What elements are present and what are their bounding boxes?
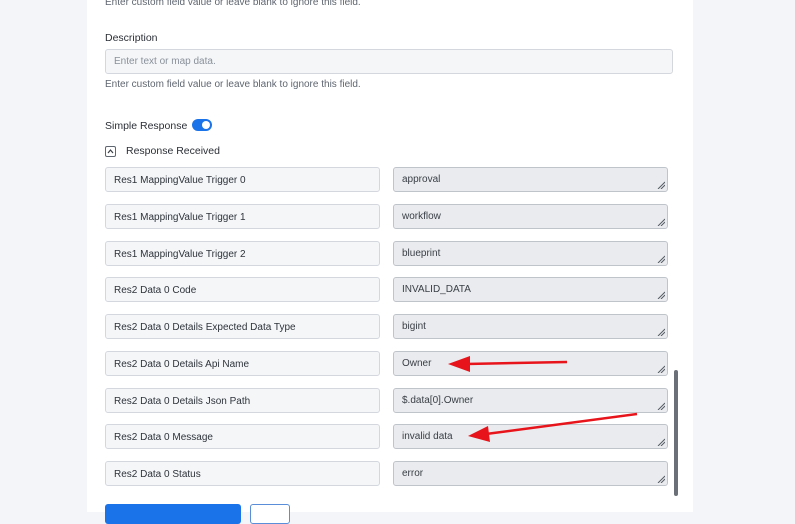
response-row: Res2 Data 0 Message invalid data: [105, 424, 670, 449]
response-key-field[interactable]: Res2 Data 0 Details Json Path: [105, 388, 380, 413]
response-key-field[interactable]: Res1 MappingValue Trigger 2: [105, 241, 380, 266]
response-value-field[interactable]: approval: [393, 167, 668, 192]
response-key-field[interactable]: Res2 Data 0 Details Api Name: [105, 351, 380, 376]
response-value-field[interactable]: workflow: [393, 204, 668, 229]
secondary-button[interactable]: [250, 504, 290, 524]
response-value-field[interactable]: INVALID_DATA: [393, 277, 668, 302]
resize-grip-icon[interactable]: [657, 475, 665, 483]
description-input[interactable]: [105, 49, 673, 74]
resize-grip-icon[interactable]: [657, 328, 665, 336]
response-row: Res2 Data 0 Details Json Path $.data[0].O…: [105, 388, 670, 413]
description-hint: Enter custom field value or leave blank …: [105, 79, 361, 90]
resize-grip-icon[interactable]: [657, 255, 665, 263]
response-key-field[interactable]: Res2 Data 0 Details Expected Data Type: [105, 314, 380, 339]
toggle-knob: [202, 121, 210, 129]
resize-grip-icon[interactable]: [657, 365, 665, 373]
response-value-text: INVALID_DATA: [402, 284, 471, 295]
response-value-field[interactable]: invalid data: [393, 424, 668, 449]
response-row: Res2 Data 0 Details Expected Data Type bi…: [105, 314, 670, 339]
response-value-field[interactable]: blueprint: [393, 241, 668, 266]
simple-response-toggle[interactable]: [192, 119, 212, 131]
response-row: Res2 Data 0 Status error: [105, 461, 670, 486]
simple-response-label: Simple Response: [105, 120, 188, 132]
response-value-text: bigint: [402, 321, 426, 332]
response-row: Res1 MappingValue Trigger 1 workflow: [105, 204, 670, 229]
resize-grip-icon[interactable]: [657, 438, 665, 446]
response-value-text: $.data[0].Owner: [402, 395, 474, 406]
response-value-field[interactable]: error: [393, 461, 668, 486]
response-received-label: Response Received: [126, 145, 220, 157]
response-value-text: workflow: [402, 211, 441, 222]
resize-grip-icon[interactable]: [657, 402, 665, 410]
response-value-text: invalid data: [402, 431, 453, 442]
response-key-field[interactable]: Res2 Data 0 Status: [105, 461, 380, 486]
response-value-field[interactable]: Owner: [393, 351, 668, 376]
response-row: Res1 MappingValue Trigger 2 blueprint: [105, 241, 670, 266]
response-value-text: blueprint: [402, 248, 441, 259]
resize-grip-icon[interactable]: [657, 218, 665, 226]
description-label: Description: [105, 32, 158, 44]
response-value-field[interactable]: bigint: [393, 314, 668, 339]
response-row: Res2 Data 0 Code INVALID_DATA: [105, 277, 670, 302]
chevron-up-icon: [107, 149, 114, 154]
primary-button[interactable]: [105, 504, 241, 524]
response-key-field[interactable]: Res2 Data 0 Message: [105, 424, 380, 449]
custom-field-hint: Enter custom field value or leave blank …: [105, 0, 361, 8]
scrollbar-thumb[interactable]: [674, 370, 678, 496]
response-received-collapse-button[interactable]: [105, 146, 116, 157]
response-key-field[interactable]: Res1 MappingValue Trigger 0: [105, 167, 380, 192]
response-value-field[interactable]: $.data[0].Owner: [393, 388, 668, 413]
response-key-field[interactable]: Res2 Data 0 Code: [105, 277, 380, 302]
resize-grip-icon[interactable]: [657, 291, 665, 299]
resize-grip-icon[interactable]: [657, 181, 665, 189]
response-value-text: approval: [402, 174, 441, 185]
response-row: Res1 MappingValue Trigger 0 approval: [105, 167, 670, 192]
response-value-text: error: [402, 468, 424, 479]
response-value-text: Owner: [402, 358, 432, 369]
response-key-field[interactable]: Res1 MappingValue Trigger 1: [105, 204, 380, 229]
response-row: Res2 Data 0 Details Api Name Owner: [105, 351, 670, 376]
